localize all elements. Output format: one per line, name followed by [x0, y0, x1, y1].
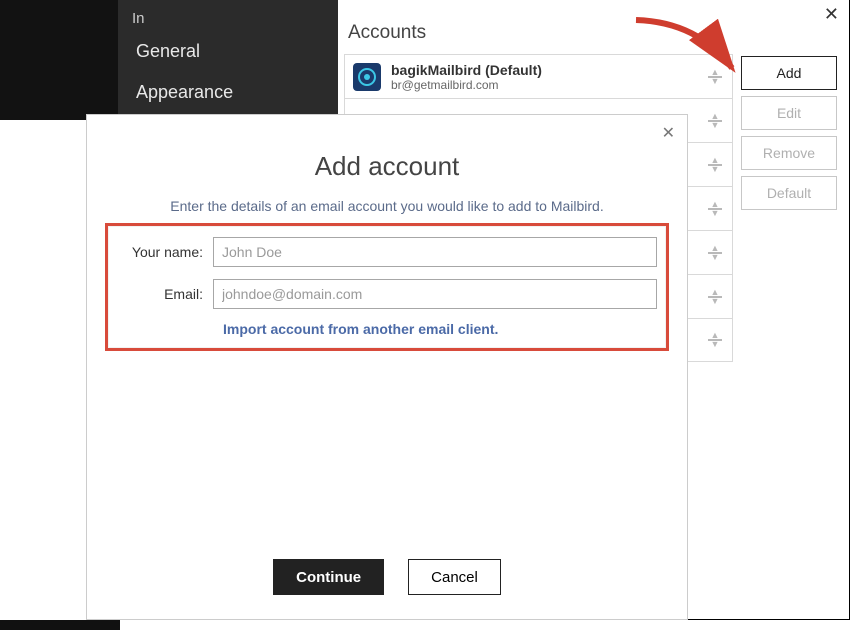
drag-handle-icon[interactable] [706, 70, 724, 84]
account-text: bagikMailbird (Default) br@getmailbird.c… [391, 62, 706, 92]
footer-dark-strip [0, 620, 120, 630]
settings-sidebar: In General Appearance [118, 0, 338, 120]
accounts-heading: Accounts [338, 0, 849, 50]
drag-handle-icon[interactable] [706, 333, 724, 347]
drag-handle-icon[interactable] [706, 290, 724, 304]
sidebar-truncated-label: In [118, 6, 338, 31]
continue-button[interactable]: Continue [273, 559, 384, 595]
name-label: Your name: [117, 244, 213, 260]
email-field[interactable] [213, 279, 657, 309]
email-label: Email: [117, 286, 213, 302]
add-account-form: Your name: Email: Import account from an… [117, 237, 657, 337]
account-action-buttons: Add Edit Remove Default [741, 56, 837, 210]
drag-handle-icon[interactable] [706, 246, 724, 260]
edit-button[interactable]: Edit [741, 96, 837, 130]
dialog-subtitle: Enter the details of an email account yo… [87, 198, 687, 214]
cancel-button[interactable]: Cancel [408, 559, 501, 595]
dialog-title: Add account [87, 151, 687, 182]
mailbird-icon [353, 63, 381, 91]
account-row[interactable]: bagikMailbird (Default) br@getmailbird.c… [344, 54, 733, 98]
dialog-actions: Continue Cancel [87, 559, 687, 595]
sidebar-item-general[interactable]: General [118, 31, 338, 72]
default-button[interactable]: Default [741, 176, 837, 210]
app-dark-panel [0, 0, 118, 120]
remove-button[interactable]: Remove [741, 136, 837, 170]
drag-handle-icon[interactable] [706, 114, 724, 128]
add-account-dialog: ✕ Add account Enter the details of an em… [86, 114, 688, 620]
dialog-close-icon[interactable]: ✕ [662, 123, 675, 143]
import-link[interactable]: Import account from another email client… [223, 321, 657, 337]
drag-handle-icon[interactable] [706, 202, 724, 216]
name-field[interactable] [213, 237, 657, 267]
account-name: bagikMailbird (Default) [391, 62, 706, 78]
drag-handle-icon[interactable] [706, 158, 724, 172]
add-button[interactable]: Add [741, 56, 837, 90]
sidebar-item-appearance[interactable]: Appearance [118, 72, 338, 113]
account-email: br@getmailbird.com [391, 78, 706, 92]
close-icon[interactable]: ✕ [824, 4, 839, 25]
